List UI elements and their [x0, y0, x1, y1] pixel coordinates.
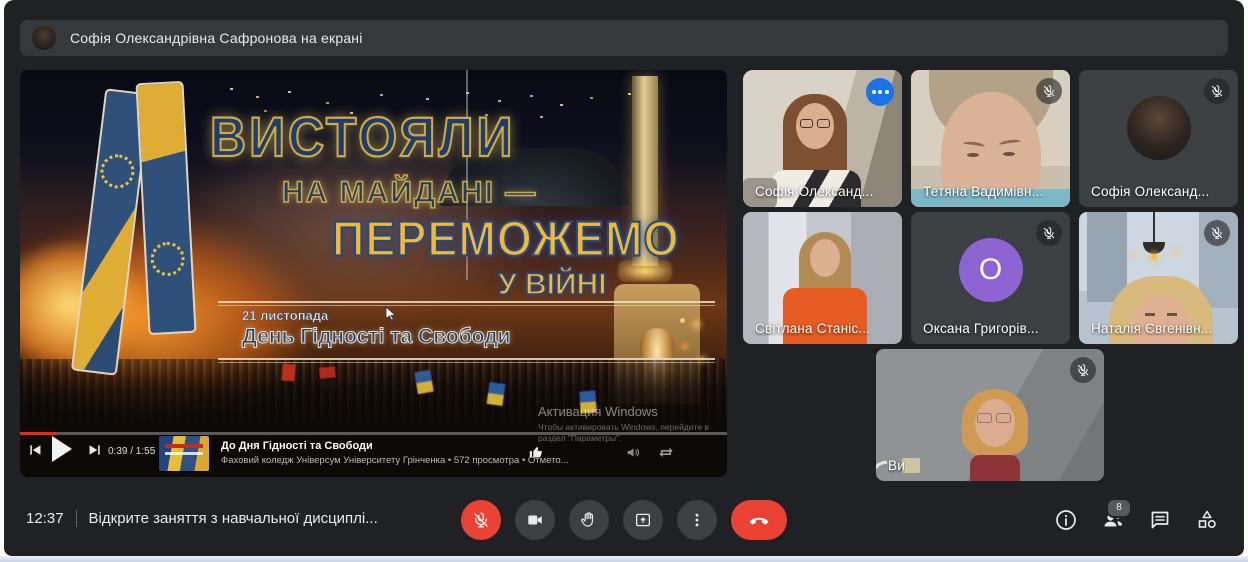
mouse-cursor — [384, 306, 398, 320]
participant-tile-sofia-o[interactable]: Софія Олександ... — [743, 70, 902, 207]
mic-muted-indicator — [1036, 78, 1062, 104]
self-view-tile[interactable]: Ви — [876, 349, 1104, 481]
mic-mute-button[interactable] — [461, 500, 501, 540]
divider — [76, 510, 77, 527]
mic-muted-indicator — [1204, 220, 1230, 246]
participant-name: Софія Олександ... — [755, 184, 873, 199]
red-black-flag — [319, 366, 337, 390]
participant-name: Світлана Станіс... — [755, 321, 870, 336]
volume-icon[interactable] — [626, 445, 641, 460]
participant-tile-oksana[interactable]: О Оксана Григорів... — [911, 212, 1070, 344]
participant-name: Оксана Григорів... — [923, 321, 1039, 336]
slide-title-line2: НА МАЙДАНІ — — [282, 178, 537, 208]
red-flag — [281, 364, 295, 382]
bar-right: 8 — [1054, 508, 1219, 532]
mic-muted-indicator — [1070, 357, 1096, 383]
thumb-up-icon[interactable] — [528, 444, 544, 460]
scarf-strip-right — [135, 81, 196, 335]
participant-name: Ви — [888, 458, 905, 473]
play-icon[interactable] — [52, 436, 72, 462]
eu-ukraine-scarf — [84, 82, 210, 382]
slide-separator-bottom — [218, 358, 715, 363]
participants-count-badge: 8 — [1106, 498, 1132, 518]
slide-title-line1: ВИСТОЯЛИ — [210, 109, 515, 165]
participant-grid: Софія Олександ... Тетяна Вадимівн... — [743, 70, 1237, 486]
video-meta: Фаховий коледж Універсум Університету Гр… — [221, 455, 569, 466]
raise-hand-button[interactable] — [569, 500, 609, 540]
loop-icon[interactable] — [658, 445, 674, 460]
meet-window: Софія Олександрівна Сафронова на екрані — [4, 0, 1244, 556]
eu-stars-ring — [98, 152, 136, 190]
video-title: До Дня Гідності та Свободи — [221, 440, 373, 452]
participant-avatar: О — [959, 238, 1023, 302]
slide-street-lamps — [680, 318, 685, 323]
screenshare-banner: Софія Олександрівна Сафронова на екрані — [20, 20, 1228, 56]
clock: 12:37 — [26, 510, 64, 527]
leave-call-button[interactable] — [731, 500, 787, 540]
next-track-icon[interactable] — [88, 443, 102, 457]
previous-track-icon[interactable] — [28, 443, 42, 457]
video-elapsed-time: 0:39 / 1:55 — [108, 446, 155, 457]
slide-separator-top — [218, 301, 715, 306]
meet-app: Софія Олександрівна Сафронова на екрані — [0, 0, 1248, 562]
participant-tile-sofia-o-2[interactable]: Софія Олександ... — [1079, 70, 1238, 207]
activities-button[interactable] — [1195, 508, 1219, 532]
participant-name: Софія Олександ... — [1091, 184, 1209, 199]
slide-lit-windows — [230, 88, 233, 90]
participant-name: Тетяна Вадимівн... — [923, 184, 1043, 199]
slide-date: 21 листопада — [242, 309, 328, 322]
shared-screen-tile[interactable]: ВИСТОЯЛИ НА МАЙДАНІ — ПЕРЕМОЖЕМО У ВІЙНІ… — [20, 70, 727, 477]
slide-title-line3: ПЕРЕМОЖЕМО — [332, 214, 679, 264]
slide-holiday-name: День Гідності та Свободи — [242, 326, 510, 347]
chat-button[interactable] — [1148, 508, 1172, 532]
participants-button[interactable]: 8 — [1101, 508, 1125, 532]
video-thumbnail — [159, 436, 209, 471]
ukraine-flag — [487, 382, 506, 406]
meeting-details-button[interactable] — [1054, 508, 1078, 532]
windows-activation-watermark: Активация Windows — [538, 404, 658, 419]
bar-left: 12:37 Відкрите заняття з навчальної дисц… — [26, 510, 378, 527]
video-seekbar[interactable] — [20, 432, 727, 435]
screenshare-banner-text: Софія Олександрівна Сафронова на екрані — [70, 30, 363, 46]
mic-muted-indicator — [1204, 78, 1230, 104]
participant-name: Наталія Євгенівн... — [1091, 321, 1213, 336]
video-seekbar-played — [20, 432, 56, 435]
participant-tile-tetiana[interactable]: Тетяна Вадимівн... — [911, 70, 1070, 207]
camera-button[interactable] — [515, 500, 555, 540]
call-controls — [461, 500, 787, 540]
present-screen-button[interactable] — [623, 500, 663, 540]
meeting-title: Відкрите заняття з навчальної дисциплі..… — [89, 510, 378, 527]
presenter-avatar — [32, 26, 56, 50]
participant-tile-natalia[interactable]: Наталія Євгенівн... — [1079, 212, 1238, 344]
slide-title-line4: У ВІЙНІ — [498, 270, 607, 300]
mic-muted-indicator — [1036, 220, 1062, 246]
more-options-button[interactable] — [677, 500, 717, 540]
participant-avatar — [1127, 96, 1191, 160]
page-bottom-edge — [0, 556, 1248, 562]
tile-more-options-button[interactable] — [866, 78, 894, 106]
eu-stars-ring — [150, 241, 186, 277]
participant-tile-svitlana[interactable]: Світлана Станіс... — [743, 212, 902, 344]
